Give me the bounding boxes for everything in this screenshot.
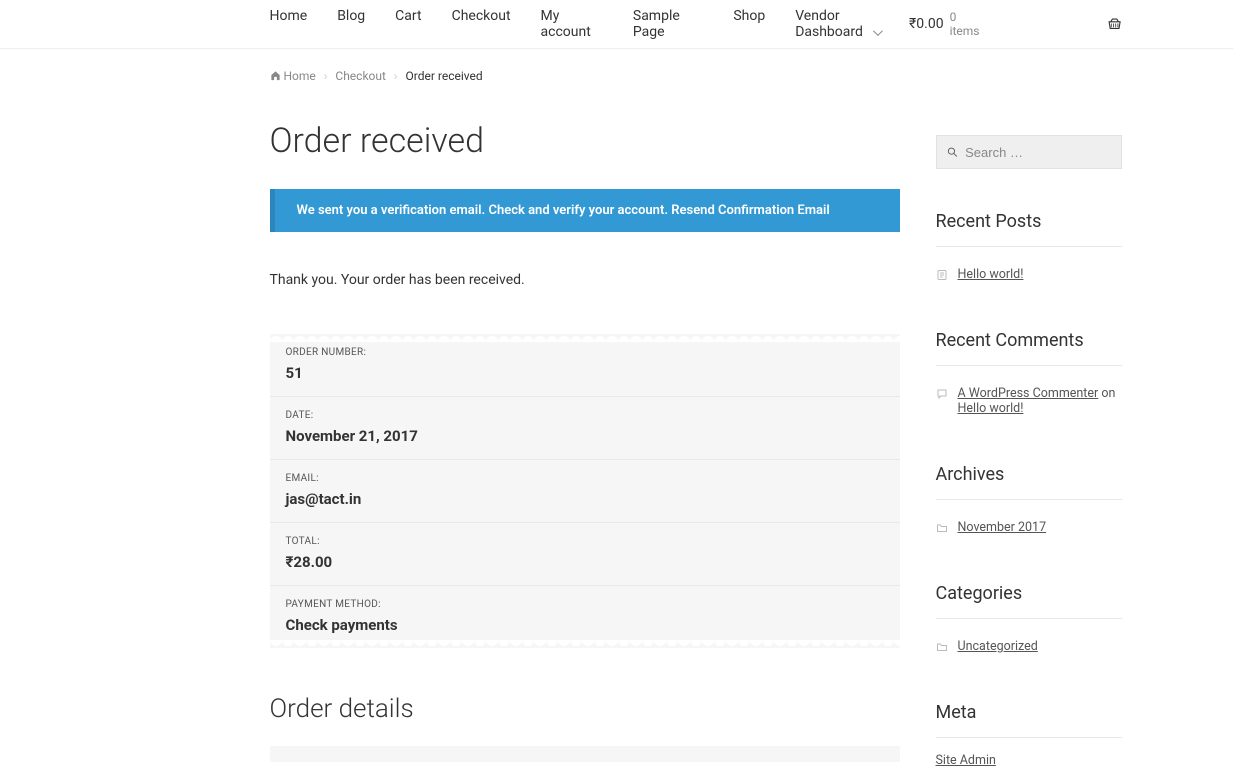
order-number-value: 51 — [286, 364, 884, 382]
recent-posts-title: Recent Posts — [936, 211, 1122, 232]
recent-comment-item: A WordPress Commenter on Hello world! — [936, 380, 1122, 422]
order-total-value: ₹28.00 — [286, 553, 884, 571]
order-email-label: EMAIL: — [286, 473, 884, 484]
archives-widget: Archives November 2017 — [936, 464, 1122, 541]
category-link[interactable]: Uncategorized — [958, 639, 1038, 654]
basket-icon — [1108, 17, 1121, 31]
order-payment-value: Check payments — [286, 616, 884, 634]
thank-you-text: Thank you. Your order has been received. — [270, 272, 900, 288]
cart-item-count: 0 items — [950, 10, 983, 38]
nav-my-account[interactable]: My account — [541, 8, 603, 40]
recent-posts-widget: Recent Posts Hello world! — [936, 211, 1122, 288]
order-payment-row: PAYMENT METHOD: Check payments — [270, 586, 900, 648]
nav-checkout[interactable]: Checkout — [452, 8, 511, 40]
meta-widget: Meta Site Admin — [936, 702, 1122, 768]
comment-on-text: on — [1098, 386, 1115, 401]
document-icon — [936, 269, 948, 281]
categories-title: Categories — [936, 583, 1122, 604]
breadcrumb-checkout[interactable]: Checkout — [335, 69, 386, 83]
order-details-title: Order details — [270, 694, 900, 724]
nav-blog[interactable]: Blog — [337, 8, 365, 40]
verification-notice: We sent you a verification email. Check … — [270, 189, 900, 232]
nav-home[interactable]: Home — [270, 8, 308, 40]
order-date-value: November 21, 2017 — [286, 427, 884, 445]
breadcrumb-separator: › — [394, 69, 398, 83]
order-payment-label: PAYMENT METHOD: — [286, 599, 884, 610]
nav-links: Home Blog Cart Checkout My account Sampl… — [270, 8, 910, 40]
sidebar: Recent Posts Hello world! Recent Comment… — [936, 103, 1122, 768]
folder-icon — [936, 522, 948, 534]
recent-post-link[interactable]: Hello world! — [958, 267, 1024, 282]
nav-shop[interactable]: Shop — [733, 8, 765, 40]
order-total-row: TOTAL: ₹28.00 — [270, 523, 900, 586]
breadcrumb-separator: › — [324, 69, 328, 83]
category-item: Uncategorized — [936, 633, 1122, 660]
search-icon — [947, 146, 958, 158]
notice-text: We sent you a verification email. Check … — [297, 203, 672, 218]
order-email-row: EMAIL: jas@tact.in — [270, 460, 900, 523]
breadcrumb: Home › Checkout › Order received — [112, 49, 1122, 103]
recent-post-item: Hello world! — [936, 261, 1122, 288]
meta-site-admin-link[interactable]: Site Admin — [936, 753, 996, 768]
nav-cart-summary[interactable]: ₹0.00 0 items — [909, 10, 1121, 38]
comment-post-link[interactable]: Hello world! — [958, 401, 1024, 416]
breadcrumb-home[interactable]: Home — [270, 69, 316, 83]
order-number-row: ORDER NUMBER: 51 — [270, 334, 900, 397]
order-date-label: DATE: — [286, 410, 884, 421]
breadcrumb-current: Order received — [406, 69, 483, 83]
order-date-row: DATE: November 21, 2017 — [270, 397, 900, 460]
order-number-label: ORDER NUMBER: — [286, 347, 884, 358]
nav-cart[interactable]: Cart — [395, 8, 421, 40]
resend-confirmation-link[interactable]: Resend Confirmation Email — [671, 203, 830, 218]
nav-vendor-dashboard[interactable]: Vendor Dashboard — [795, 8, 909, 40]
order-total-label: TOTAL: — [286, 536, 884, 547]
meta-title: Meta — [936, 702, 1122, 723]
order-overview: ORDER NUMBER: 51 DATE: November 21, 2017… — [270, 334, 900, 648]
archive-item: November 2017 — [936, 514, 1122, 541]
home-icon — [270, 70, 281, 81]
search-input[interactable] — [965, 145, 1110, 160]
order-details-table — [270, 746, 900, 762]
comment-author-link[interactable]: A WordPress Commenter — [958, 386, 1099, 401]
archives-title: Archives — [936, 464, 1122, 485]
nav-sample-page[interactable]: Sample Page — [633, 8, 703, 40]
cart-total: ₹0.00 — [909, 16, 944, 32]
comment-icon — [936, 388, 948, 400]
top-nav: Home Blog Cart Checkout My account Sampl… — [0, 0, 1233, 49]
folder-icon — [936, 641, 948, 653]
recent-comments-title: Recent Comments — [936, 330, 1122, 351]
archive-link[interactable]: November 2017 — [958, 520, 1047, 535]
order-email-value: jas@tact.in — [286, 490, 884, 508]
page-title: Order received — [270, 121, 900, 161]
categories-widget: Categories Uncategorized — [936, 583, 1122, 660]
recent-comments-widget: Recent Comments A WordPress Commenter on… — [936, 330, 1122, 422]
search-box[interactable] — [936, 135, 1122, 169]
